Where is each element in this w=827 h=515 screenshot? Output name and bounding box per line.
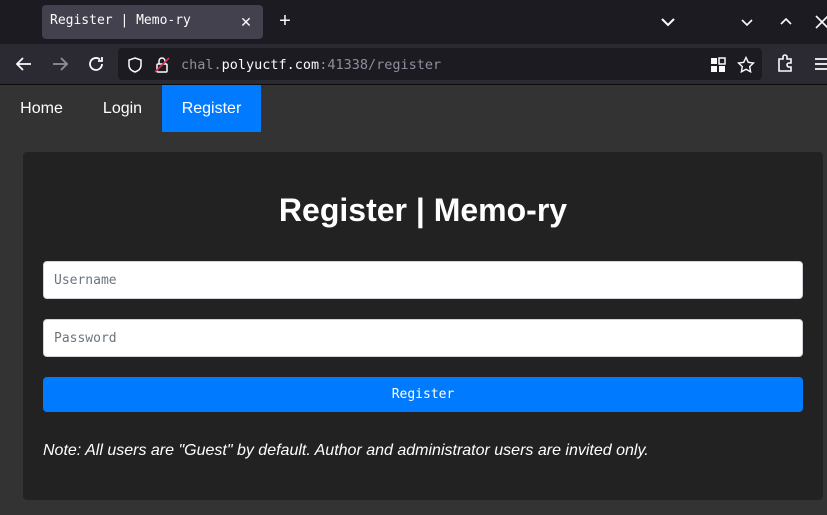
forward-arrow-icon[interactable]: [49, 53, 71, 75]
menu-icon[interactable]: [812, 53, 827, 75]
browser-toolbar: chal.polyuctf.com:41338/register: [0, 44, 827, 85]
extensions-puzzle-icon[interactable]: [774, 53, 796, 75]
close-window-icon[interactable]: [812, 12, 827, 32]
tab-title: Register | Memo-ry: [50, 13, 191, 28]
list-all-tabs-icon[interactable]: [658, 12, 678, 32]
qr-code-icon[interactable]: [709, 56, 727, 74]
close-tab-icon[interactable]: ✕: [238, 14, 254, 30]
browser-tab-strip: Register | Memo-ry ✕ +: [0, 0, 827, 44]
back-arrow-icon[interactable]: [13, 53, 35, 75]
guest-note: Note: All users are "Guest" by default. …: [43, 442, 649, 459]
minimize-icon[interactable]: [737, 12, 757, 32]
insecure-lock-icon[interactable]: [153, 56, 171, 74]
url-text: chal.polyuctf.com:41338/register: [181, 57, 441, 73]
page-title: Register | Memo-ry: [278, 192, 568, 228]
site-navbar: Home Login Register: [0, 85, 827, 132]
username-input[interactable]: [43, 261, 803, 299]
url-subdomain: chal.: [181, 57, 222, 73]
bookmark-star-icon[interactable]: [737, 56, 755, 74]
register-card: Register | Memo-ry Register Note: All us…: [23, 152, 823, 500]
nav-login-link[interactable]: Login: [83, 85, 162, 132]
password-input[interactable]: [43, 319, 803, 357]
url-host: polyuctf.com: [221, 57, 320, 73]
maximize-icon[interactable]: [776, 12, 796, 32]
new-tab-button[interactable]: +: [274, 11, 296, 33]
url-path: :41338/register: [319, 57, 442, 73]
browser-tab[interactable]: Register | Memo-ry ✕: [42, 5, 263, 39]
web-page: Home Login Register Register | Memo-ry R…: [0, 85, 827, 515]
address-bar[interactable]: chal.polyuctf.com:41338/register: [118, 48, 762, 80]
nav-register-link[interactable]: Register: [162, 85, 261, 132]
reload-icon[interactable]: [85, 53, 107, 75]
register-button[interactable]: Register: [43, 377, 803, 412]
nav-home-link[interactable]: Home: [0, 85, 83, 132]
shield-icon[interactable]: [126, 56, 144, 74]
